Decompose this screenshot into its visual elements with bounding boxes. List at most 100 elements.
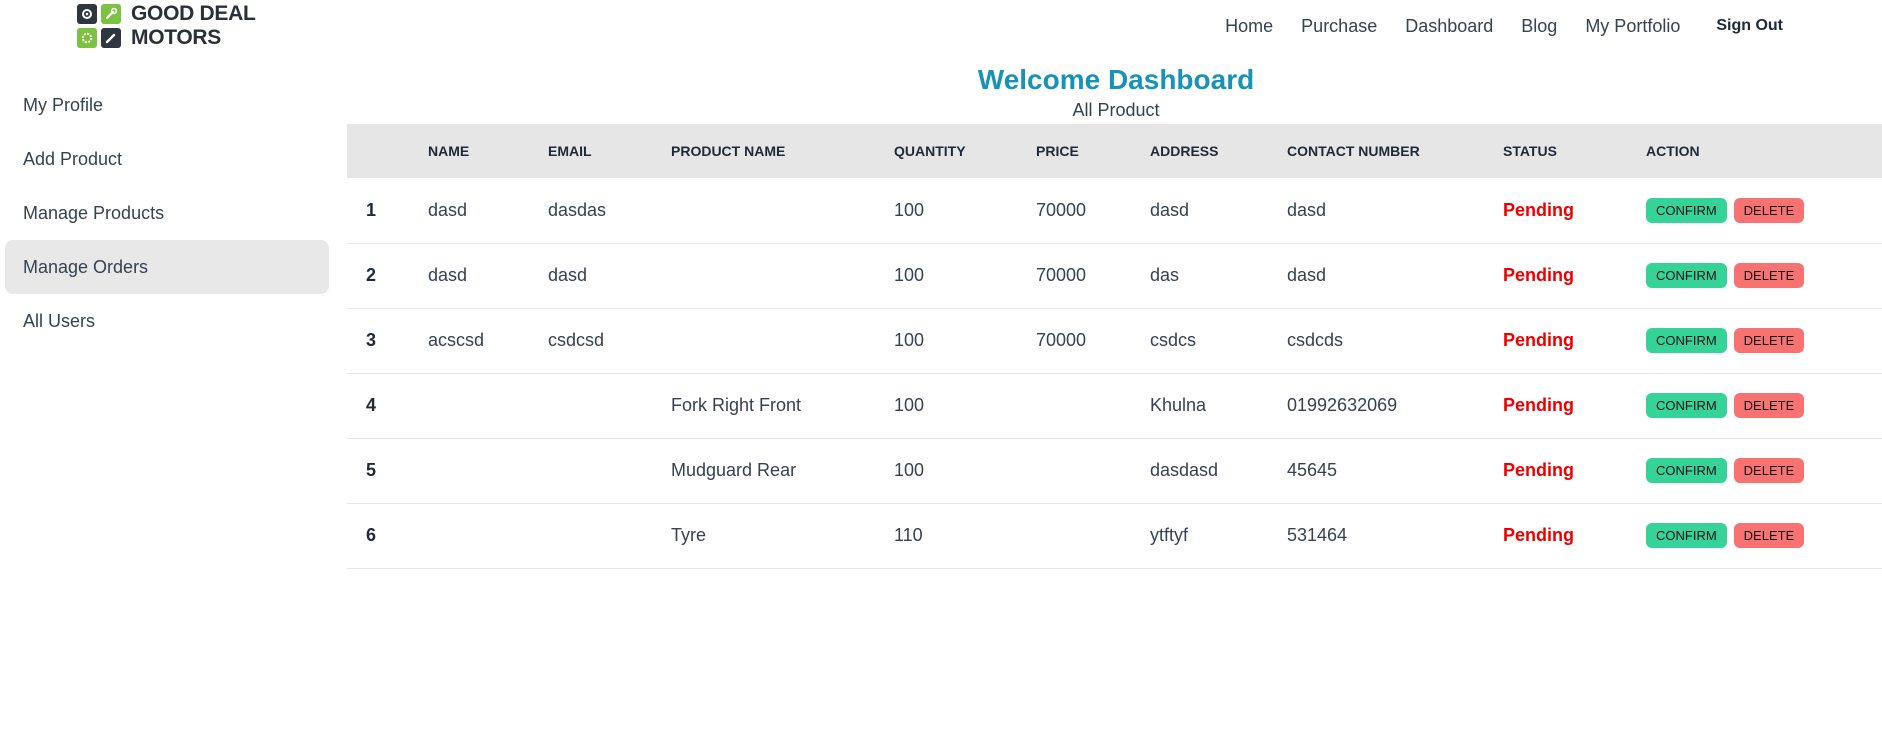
brand-line-1: GOOD DEAL [131, 2, 256, 25]
row-product-name [671, 308, 894, 373]
header-contact-number: CONTACT NUMBER [1287, 143, 1420, 159]
row-address: das [1150, 265, 1180, 285]
header-email: EMAIL [548, 143, 592, 159]
confirm-button[interactable]: CONFIRM [1646, 458, 1727, 483]
row-status: Pending [1503, 330, 1574, 350]
row-email: dasd [548, 265, 588, 285]
engine-icon [77, 4, 97, 24]
row-status: Pending [1503, 395, 1574, 415]
row-index: 1 [366, 199, 377, 220]
row-actions: CONFIRM DELETE [1646, 178, 1882, 243]
row-price: 70000 [1036, 199, 1087, 220]
row-index: 5 [366, 460, 377, 480]
brand-logo[interactable]: GOOD DEAL MOTORS [77, 2, 256, 50]
row-price: 70000 [1036, 330, 1087, 350]
row-address: Khulna [1150, 395, 1207, 415]
row-contact-number: csdcds [1287, 330, 1344, 350]
delete-button[interactable]: DELETE [1733, 197, 1805, 223]
row-product-name [671, 243, 894, 308]
delete-button[interactable]: DELETE [1733, 263, 1805, 288]
brand-name: GOOD DEAL MOTORS [131, 2, 256, 50]
row-address: dasdasd [1150, 460, 1219, 480]
row-status: Pending [1503, 460, 1574, 480]
row-name [428, 438, 548, 503]
row-status: Pending [1503, 199, 1574, 220]
header-price: PRICE [1036, 143, 1079, 159]
row-actions: CONFIRM DELETE [1646, 373, 1882, 438]
row-email [548, 373, 671, 438]
sidebar-item-add-product[interactable]: Add Product [5, 132, 329, 186]
delete-button[interactable]: DELETE [1733, 328, 1805, 353]
row-address: dasd [1150, 199, 1190, 220]
row-quantity: 100 [894, 265, 925, 285]
row-email [548, 503, 671, 568]
row-actions: CONFIRM DELETE [1646, 503, 1882, 568]
sidebar-item-all-users[interactable]: All Users [5, 294, 329, 348]
row-contact-number: 45645 [1287, 460, 1338, 480]
confirm-button[interactable]: CONFIRM [1646, 197, 1727, 223]
table-row: 5 Mudguard Rear 100 dasdasd 45645 Pending CONF… [347, 438, 1882, 503]
sidebar-item-my-profile[interactable]: My Profile [5, 78, 329, 132]
nav-blog-link[interactable]: Blog [1507, 13, 1571, 39]
nav-dashboard-link[interactable]: Dashboard [1391, 13, 1507, 39]
row-quantity: 100 [894, 199, 925, 220]
brand-line-2: MOTORS [131, 26, 221, 49]
confirm-button[interactable]: CONFIRM [1646, 263, 1727, 288]
table-row: 3 acscsd csdcsd 100 70000 csdcs csdcds Pending C… [347, 308, 1882, 373]
row-email: csdcsd [548, 330, 605, 350]
nav-home-link[interactable]: Home [1211, 13, 1287, 39]
nav-portfolio-link[interactable]: My Portfolio [1571, 13, 1694, 39]
row-price [1036, 438, 1150, 503]
delete-button[interactable]: DELETE [1733, 523, 1805, 548]
row-index: 3 [366, 330, 377, 350]
orders-table-container: NAME EMAIL PRODUCT NAME QUANTITY PRICE A… [347, 124, 1882, 569]
table-row: 1 dasd dasdas 100 70000 dasd dasd Pending CONFIR… [347, 178, 1882, 243]
gear-icon [77, 28, 97, 48]
row-status: Pending [1503, 525, 1574, 545]
row-contact-number: dasd [1287, 199, 1327, 220]
row-price [1036, 373, 1150, 438]
row-name [428, 373, 548, 438]
row-price [1036, 503, 1150, 568]
row-address: ytftyf [1150, 525, 1189, 545]
row-product-name: Mudguard Rear [671, 460, 797, 480]
header-quantity: QUANTITY [894, 143, 966, 159]
row-status: Pending [1503, 265, 1574, 285]
sidebar-item-manage-products[interactable]: Manage Products [5, 186, 329, 240]
confirm-button[interactable]: CONFIRM [1646, 393, 1727, 418]
screwdriver-icon [101, 28, 121, 48]
confirm-button[interactable]: CONFIRM [1646, 523, 1727, 548]
sidebar-item-manage-orders[interactable]: Manage Orders [5, 240, 329, 294]
confirm-button[interactable]: CONFIRM [1646, 328, 1727, 353]
row-product-name: Tyre [671, 525, 707, 545]
delete-button[interactable]: DELETE [1733, 458, 1805, 483]
table-body: 1 dasd dasdas 100 70000 dasd dasd Pending CONFIR… [347, 178, 1882, 568]
delete-button[interactable]: DELETE [1733, 393, 1805, 418]
table-header-row: NAME EMAIL PRODUCT NAME QUANTITY PRICE A… [347, 124, 1882, 178]
row-quantity: 100 [894, 330, 925, 350]
row-contact-number: dasd [1287, 265, 1327, 285]
nav-purchase-link[interactable]: Purchase [1287, 13, 1391, 39]
row-name: dasd [428, 199, 468, 220]
row-actions: CONFIRM DELETE [1646, 438, 1882, 503]
orders-table: NAME EMAIL PRODUCT NAME QUANTITY PRICE A… [347, 124, 1882, 569]
table-header: NAME EMAIL PRODUCT NAME QUANTITY PRICE A… [347, 124, 1882, 178]
row-quantity: 100 [894, 395, 925, 415]
row-price: 70000 [1036, 265, 1087, 285]
header-status: STATUS [1503, 143, 1557, 159]
row-contact-number: 01992632069 [1287, 395, 1398, 415]
row-index: 4 [366, 395, 377, 415]
dashboard-sidebar: My Profile Add Product Manage Products M… [5, 78, 329, 348]
header-index [347, 124, 428, 178]
sign-out-button[interactable]: Sign Out [1694, 13, 1797, 39]
row-email [548, 438, 671, 503]
page-title: Welcome Dashboard [977, 64, 1255, 95]
header-product-name: PRODUCT NAME [671, 143, 786, 159]
header-action: ACTION [1646, 143, 1700, 159]
table-row: 6 Tyre 110 ytftyf 531464 Pending CONFIRM DELETE [347, 503, 1882, 568]
row-index: 2 [366, 265, 377, 285]
row-actions: CONFIRM DELETE [1646, 308, 1882, 373]
header-name: NAME [428, 143, 470, 159]
logo-mark [77, 4, 121, 48]
row-actions: CONFIRM DELETE [1646, 243, 1882, 308]
